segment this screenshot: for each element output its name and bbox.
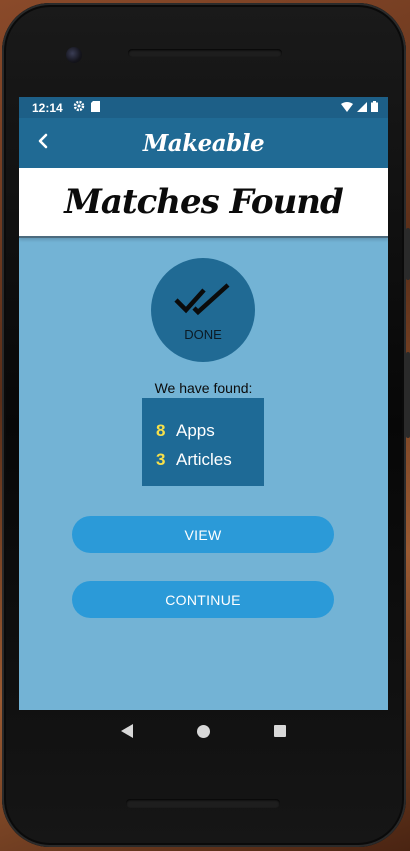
- app-title: Makeable: [142, 129, 265, 157]
- results-heading: We have found:: [154, 380, 253, 396]
- done-label: DONE: [184, 327, 222, 342]
- chevron-left-icon[interactable]: [37, 132, 49, 155]
- double-check-icon: [174, 278, 232, 323]
- sd-card-icon: [90, 100, 100, 115]
- page-title: Matches Found: [64, 182, 344, 222]
- result-count: 3: [156, 449, 166, 469]
- nav-home-icon[interactable]: [197, 724, 210, 738]
- nav-recent-apps-icon[interactable]: [274, 725, 286, 737]
- done-badge: DONE: [151, 258, 255, 362]
- wifi-icon: [341, 101, 353, 115]
- app-bar: Makeable: [19, 118, 388, 168]
- result-count: 8: [156, 420, 166, 440]
- signal-icon: [357, 101, 367, 115]
- volume-button: [406, 352, 410, 438]
- result-row-articles: 3 Articles: [156, 445, 264, 474]
- settings-gear-icon: [73, 100, 85, 115]
- status-bar: 12:14: [19, 97, 388, 118]
- bottom-speaker: [126, 799, 280, 808]
- nav-back-icon[interactable]: [121, 724, 133, 738]
- front-camera: [66, 47, 82, 63]
- battery-icon: [371, 100, 378, 115]
- view-button[interactable]: VIEW: [72, 516, 334, 553]
- continue-button[interactable]: CONTINUE: [72, 581, 334, 618]
- result-label: Articles: [176, 449, 232, 469]
- result-label: Apps: [176, 420, 215, 440]
- top-speaker: [128, 49, 282, 57]
- result-row-apps: 8 Apps: [156, 416, 264, 445]
- system-nav-bar: [19, 712, 388, 750]
- power-button: [406, 228, 410, 280]
- results-box: 8 Apps 3 Articles: [142, 398, 264, 486]
- status-time: 12:14: [32, 100, 63, 115]
- app-screen: 12:14 Makeable Matches Found DONE We hav…: [19, 97, 388, 710]
- title-band: Matches Found: [19, 168, 388, 238]
